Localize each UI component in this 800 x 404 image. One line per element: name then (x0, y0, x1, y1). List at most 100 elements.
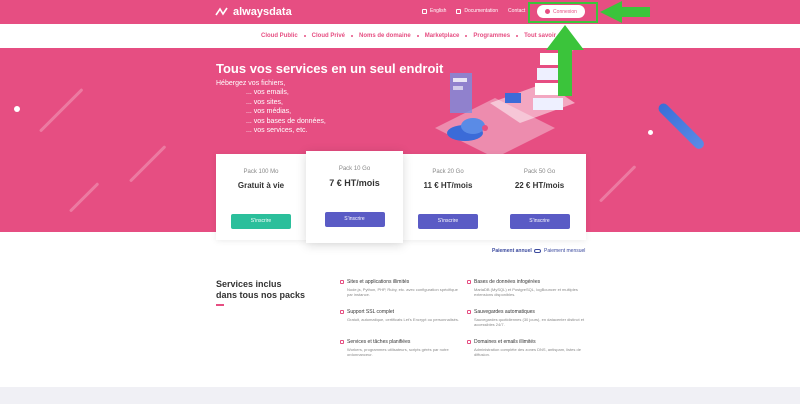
services-title-line: Services inclus (216, 279, 282, 289)
cloud-icon (461, 118, 485, 134)
decor-dot (14, 106, 20, 112)
pricing-card-50go: Pack 50 Go 22 € HT/mois S'inscrire (493, 154, 586, 240)
hero-list-item: ... vos bases de données, (246, 117, 326, 125)
server-block-icon (537, 68, 562, 80)
decor-stripe (598, 165, 637, 203)
clock-icon (340, 340, 344, 344)
decor-stripe (38, 88, 84, 133)
server-block-icon (540, 53, 562, 65)
language-label: English (430, 8, 447, 14)
nav-cloud-prive[interactable]: Cloud Privé (312, 33, 345, 39)
feature-desc: Sauvegardes quotidiennes (30 jours), en … (474, 317, 585, 327)
signup-button[interactable]: S'inscrire (231, 214, 291, 229)
annotation-highlight-box (528, 2, 598, 23)
decor-stripe (68, 182, 100, 213)
hero-title: Tous vos services en un seul endroit (216, 61, 444, 76)
feature-desc: MariaDB (MySQL) et PostgreSQL, logBounce… (474, 287, 578, 297)
decor-stripe (128, 145, 167, 183)
hero-list-item: ... vos sites, (246, 98, 283, 106)
nav-separator (416, 35, 419, 37)
decor-bar (656, 101, 706, 151)
feature-title: Bases de données infogérées (474, 279, 541, 285)
hero-illustration (435, 53, 575, 158)
nav-programmes[interactable]: Programmes (473, 33, 510, 39)
pricing-card-20go: Pack 20 Go 11 € HT/mois S'inscrire (403, 154, 493, 240)
server-block-icon (533, 98, 563, 110)
globe-icon (422, 8, 427, 14)
card-icon (505, 93, 521, 103)
pricing-table: Pack 100 Mo Gratuit à vie S'inscrire Pac… (216, 151, 586, 243)
language-link[interactable]: English (422, 8, 446, 14)
feature-tasks: Services et tâches planifiées Workers, p… (340, 339, 460, 357)
feature-backups: Sauvegardes automatiques Sauvegardes quo… (467, 309, 587, 327)
nav-separator (465, 35, 468, 37)
top-links: English Documentation Contact (422, 8, 525, 14)
server-block-icon (535, 83, 563, 95)
feature-title: Sites et applications illimités (347, 279, 410, 285)
top-bar: alwaysdata English Documentation Contact… (0, 0, 800, 24)
documentation-label: Documentation (464, 8, 499, 14)
feature-ssl: Support SSL complet Gratuit, automatique… (340, 309, 460, 322)
pricing-card-10go: Pack 10 Go 7 € HT/mois S'inscrire (306, 151, 403, 243)
feature-sites: Sites et applications illimités Node.js,… (340, 279, 460, 297)
nav-separator (351, 35, 354, 37)
billing-annual-option[interactable]: Paiement annuel (492, 248, 532, 254)
footer-band (0, 387, 800, 404)
pack-price: 11 € HT/mois (423, 181, 473, 190)
pack-name: Pack 10 Go (338, 166, 371, 172)
feature-title: Sauvegardes automatiques (474, 309, 535, 315)
services-title-line: dans tous nos packs (216, 290, 306, 300)
hero-list-item: ... vos médias, (246, 108, 292, 115)
documentation-link[interactable]: Documentation (456, 8, 498, 14)
feature-desc: Node.js, Python, PHP, Ruby, etc. avec co… (347, 287, 458, 297)
pack-name: Pack 50 Go (523, 169, 556, 175)
globe-icon (467, 340, 471, 344)
pricing-card-100mo: Pack 100 Mo Gratuit à vie S'inscrire (216, 154, 306, 240)
pack-name: Pack 20 Go (432, 169, 464, 175)
feature-title: Services et tâches planifiées (347, 339, 411, 345)
nav-separator (516, 35, 519, 37)
feature-desc: Administration complète des zones DNS, a… (474, 347, 581, 357)
pack-price: 22 € HT/mois (514, 181, 565, 190)
nav-about[interactable]: Tout savoir (524, 33, 556, 39)
signup-button[interactable]: S'inscrire (509, 214, 570, 229)
pack-name: Pack 100 Mo (243, 169, 279, 175)
signup-button[interactable]: S'inscrire (324, 212, 385, 227)
screen-line (453, 78, 467, 82)
nav-marketplace[interactable]: Marketplace (425, 33, 460, 39)
brand-name: alwaysdata (233, 6, 292, 18)
nav-domains[interactable]: Noms de domaine (359, 33, 411, 39)
feature-domains: Domaines et emails illimités Administrat… (467, 339, 587, 357)
brand-logo[interactable]: alwaysdata (215, 6, 292, 18)
pack-price: 7 € HT/mois (329, 178, 380, 188)
hero-list-item: ... vos emails, (246, 89, 289, 96)
feature-desc: Gratuit, automatique, certificats Let's … (347, 317, 459, 322)
toggle-icon[interactable] (534, 249, 541, 253)
services-title: Services inclus dans tous nos packs (216, 279, 305, 301)
book-icon (456, 8, 462, 14)
database-icon (467, 280, 471, 284)
decor-dot (648, 130, 653, 135)
hero-list: ... vos emails, ... vos sites, ... vos m… (216, 88, 326, 136)
contact-link[interactable]: Contact (508, 8, 525, 14)
signup-button[interactable]: S'inscrire (418, 214, 478, 229)
screen-line (453, 86, 463, 90)
contact-label: Contact (508, 8, 526, 14)
main-nav: Cloud Public Cloud Privé Noms de domaine… (0, 24, 800, 48)
billing-monthly-label: Paiement mensuel (544, 248, 586, 254)
feature-title: Support SSL complet (347, 309, 395, 315)
logo-icon (215, 7, 228, 16)
pack-price: Gratuit à vie (237, 181, 285, 190)
feature-databases: Bases de données infogérées MariaDB (MyS… (467, 279, 587, 297)
nav-separator (303, 35, 306, 37)
lock-icon (340, 310, 344, 314)
grid-icon (340, 280, 344, 284)
nav-cloud-public[interactable]: Cloud Public (261, 33, 298, 39)
sparkle-icon (482, 125, 488, 131)
services-underline (216, 304, 224, 306)
hero-subtitle: Hébergez vos fichiers, (216, 80, 286, 87)
hero-list-item: ... vos services, etc. (246, 127, 308, 134)
feature-desc: Workers, programmes utilisateurs, script… (347, 347, 449, 357)
feature-title: Domaines et emails illimités (474, 339, 536, 345)
billing-monthly-option[interactable]: Paiement mensuel (534, 248, 585, 254)
